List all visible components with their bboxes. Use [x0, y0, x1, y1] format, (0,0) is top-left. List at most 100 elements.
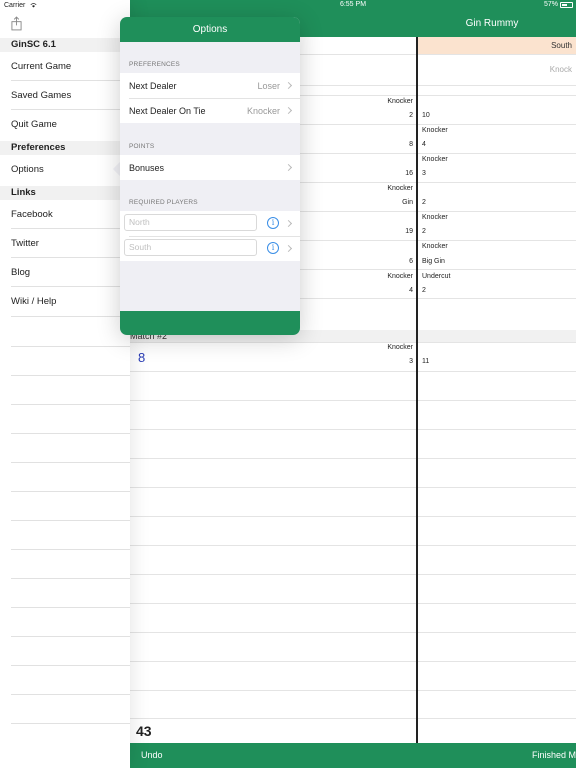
divider: [11, 286, 130, 287]
carrier-label: Carrier: [4, 2, 26, 9]
hand-score-right[interactable]: 2: [422, 228, 426, 235]
links-header: Links: [0, 186, 130, 200]
row-divider: [130, 574, 576, 575]
hand-label-left: Knocker: [387, 273, 413, 280]
chevron-right-icon: [284, 106, 293, 115]
next-dealer-label: Next Dealer: [129, 81, 177, 91]
hand-score-left[interactable]: Gin: [353, 199, 413, 206]
row-divider: [130, 718, 576, 719]
hand-score-left[interactable]: 19: [353, 228, 413, 235]
sidebar-item-wiki-help[interactable]: Wiki / Help: [11, 296, 130, 307]
hand-label-left: Knocker: [387, 185, 413, 192]
status-battery: 57%: [543, 1, 558, 8]
knock-hint[interactable]: Knock: [418, 55, 576, 85]
hand-label-right: Undercut: [422, 273, 451, 280]
south-player-field[interactable]: South: [124, 239, 257, 256]
divider: [129, 236, 300, 237]
hand-score-right[interactable]: 10: [422, 112, 430, 119]
match-score: 8: [138, 350, 146, 365]
page-title: Gin Rummy: [465, 18, 519, 29]
chevron-right-icon: [284, 81, 293, 90]
row-divider: [130, 690, 576, 691]
divider: [11, 109, 130, 110]
hand-label-right: Knocker: [422, 214, 448, 221]
hand-score-left[interactable]: 8: [353, 141, 413, 148]
finished-match-button[interactable]: Finished M: [532, 750, 576, 760]
total-score: 43: [136, 723, 152, 739]
sidebar: Carrier GinSC 6.1 Current Game Saved Gam…: [0, 0, 130, 768]
player-header-south[interactable]: South: [418, 37, 576, 54]
row-divider: [130, 487, 576, 488]
divider: [11, 257, 130, 258]
hand-score-left[interactable]: 3: [353, 358, 413, 365]
hand-label-left: Knocker: [387, 344, 413, 351]
section-points: POINTS: [129, 143, 155, 150]
divider: [11, 491, 130, 492]
sidebar-item-twitter[interactable]: Twitter: [11, 238, 130, 249]
hand-score-left[interactable]: 2: [353, 112, 413, 119]
divider: [11, 520, 130, 521]
options-popover: Options PREFERENCES Next Dealer Loser Ne…: [120, 17, 300, 335]
divider: [11, 665, 130, 666]
status-carrier: Carrier: [4, 2, 37, 9]
hand-label-right: Knocker: [422, 156, 448, 163]
next-dealer-tie-label: Next Dealer On Tie: [129, 106, 206, 116]
next-dealer-value: Loser: [257, 81, 280, 91]
row-divider: [130, 458, 576, 459]
share-icon[interactable]: [11, 16, 22, 31]
next-dealer-tie-row[interactable]: Next Dealer On Tie Knocker: [120, 98, 300, 123]
popover-title: Options: [120, 17, 300, 42]
sidebar-item-quit-game[interactable]: Quit Game: [11, 119, 130, 130]
divider: [11, 346, 130, 347]
preferences-group: Next Dealer Loser Next Dealer On Tie Kno…: [120, 73, 300, 123]
info-icon[interactable]: i: [267, 217, 279, 229]
undo-button[interactable]: Undo: [141, 750, 163, 760]
north-player-field[interactable]: North: [124, 214, 257, 231]
chevron-right-icon: [284, 219, 293, 228]
hand-label-right: Knocker: [422, 243, 448, 250]
sidebar-item-options[interactable]: Options: [11, 164, 130, 175]
info-icon[interactable]: i: [267, 242, 279, 254]
hand-score-right[interactable]: 11: [422, 358, 429, 365]
hand-score-right[interactable]: 4: [422, 141, 426, 148]
row-divider: [130, 545, 576, 546]
sidebar-item-current-game[interactable]: Current Game: [11, 61, 130, 72]
status-time: 6:55 PM: [339, 1, 367, 8]
section-preferences: PREFERENCES: [129, 61, 180, 68]
divider: [11, 694, 130, 695]
row-divider: [130, 603, 576, 604]
row-divider: [130, 400, 576, 401]
app-version: GinSC 6.1: [0, 38, 130, 52]
popover-footer: [120, 311, 300, 335]
divider: [11, 228, 130, 229]
chevron-right-icon: [284, 163, 293, 172]
row-divider: [130, 516, 576, 517]
hand-score-left[interactable]: 4: [353, 287, 413, 294]
hand-score-right[interactable]: 2: [422, 287, 426, 294]
divider: [11, 462, 130, 463]
next-dealer-row[interactable]: Next Dealer Loser: [120, 73, 300, 98]
hand-score-left[interactable]: 6: [353, 258, 413, 265]
hand-score-right[interactable]: Big Gin: [422, 258, 445, 265]
row-divider: [130, 661, 576, 662]
next-dealer-tie-value: Knocker: [246, 106, 280, 116]
divider: [11, 433, 130, 434]
bonuses-row[interactable]: Bonuses: [120, 155, 300, 180]
sidebar-item-facebook[interactable]: Facebook: [11, 209, 130, 220]
bonuses-label: Bonuses: [129, 163, 165, 173]
chevron-right-icon: [284, 244, 293, 253]
players-group: North i South i: [120, 211, 300, 261]
hand-score-right[interactable]: 3: [422, 170, 426, 177]
hand-label-right: Knocker: [422, 127, 448, 134]
hand-score-left[interactable]: 16: [353, 170, 413, 177]
sidebar-item-blog[interactable]: Blog: [11, 267, 130, 278]
column-divider: [416, 37, 418, 743]
sidebar-item-saved-games[interactable]: Saved Games: [11, 90, 130, 101]
divider: [11, 80, 130, 81]
row-divider: [130, 632, 576, 633]
divider: [11, 316, 130, 317]
hand-score-right[interactable]: 2: [422, 199, 426, 206]
divider: [11, 375, 130, 376]
wifi-icon: [30, 2, 37, 8]
preferences-header: Preferences: [0, 141, 130, 155]
